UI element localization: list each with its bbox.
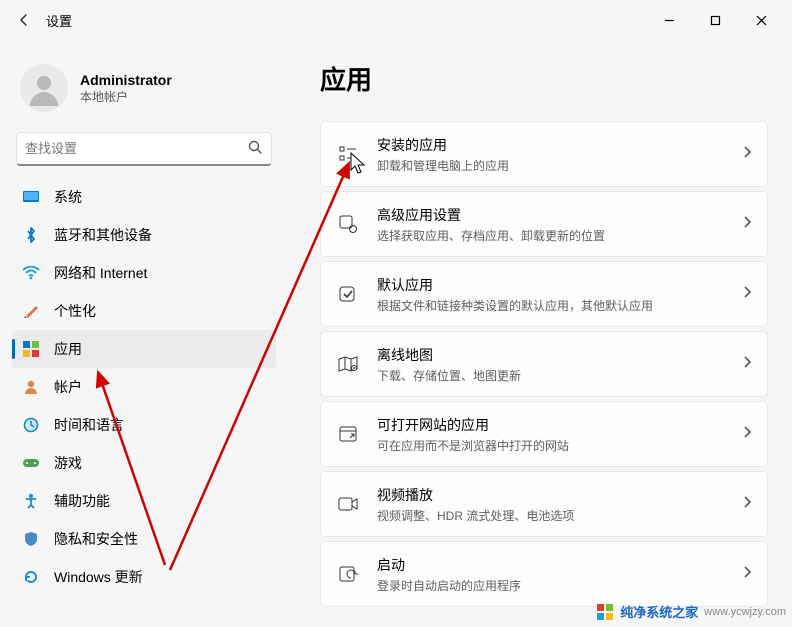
card-websites[interactable]: 可打开网站的应用可在应用而不是浏览器中打开的网站 [320, 401, 768, 467]
cards-list: 安装的应用卸载和管理电脑上的应用高级应用设置选择获取应用、存档应用、卸载更新的位… [320, 121, 768, 607]
nav-item-privacy[interactable]: 隐私和安全性 [12, 520, 276, 558]
video-icon [337, 493, 359, 515]
nav-item-apps[interactable]: 应用 [12, 330, 276, 368]
user-icon [22, 378, 40, 396]
apps-icon [22, 340, 40, 358]
card-subtitle: 根据文件和链接种类设置的默认应用，其他默认应用 [377, 297, 743, 314]
nav-item-gaming[interactable]: 游戏 [12, 444, 276, 482]
user-name: Administrator [80, 72, 172, 88]
nav-item-update[interactable]: Windows 更新 [12, 558, 276, 596]
system-icon [22, 188, 40, 206]
back-arrow-icon [16, 12, 32, 28]
wifi-icon [22, 264, 40, 282]
nav-item-label: 蓝牙和其他设备 [54, 225, 152, 245]
startup-icon [337, 563, 359, 585]
card-installed[interactable]: 安装的应用卸载和管理电脑上的应用 [320, 121, 768, 187]
card-default[interactable]: 默认应用根据文件和链接种类设置的默认应用，其他默认应用 [320, 261, 768, 327]
watermark-url: www.ycwjzy.com [704, 606, 786, 618]
brush-icon [22, 302, 40, 320]
watermark-brand: 纯净系统之家 [620, 602, 698, 621]
card-title: 可打开网站的应用 [377, 415, 743, 435]
nav-item-label: 网络和 Internet [54, 263, 147, 283]
page-title: 应用 [320, 60, 768, 97]
nav-item-label: 隐私和安全性 [54, 529, 138, 549]
card-subtitle: 卸载和管理电脑上的应用 [377, 157, 743, 174]
chevron-right-icon [743, 495, 751, 513]
card-title: 高级应用设置 [377, 205, 743, 225]
nav-item-user[interactable]: 帐户 [12, 368, 276, 406]
update-icon [22, 568, 40, 586]
card-subtitle: 视频调整、HDR 流式处理、电池选项 [377, 507, 743, 524]
card-startup[interactable]: 启动登录时自动启动的应用程序 [320, 541, 768, 607]
card-title: 默认应用 [377, 275, 743, 295]
nav-item-bluetooth[interactable]: 蓝牙和其他设备 [12, 216, 276, 254]
nav-item-label: Windows 更新 [54, 567, 143, 587]
watermark: 纯净系统之家 www.ycwjzy.com [596, 602, 786, 621]
card-subtitle: 选择获取应用、存档应用、卸载更新的位置 [377, 227, 743, 244]
close-button[interactable] [738, 4, 784, 36]
bluetooth-icon [22, 226, 40, 244]
window-controls [646, 4, 784, 36]
nav-item-label: 应用 [54, 339, 82, 359]
back-button[interactable] [8, 4, 40, 36]
card-title: 离线地图 [377, 345, 743, 365]
avatar [20, 64, 68, 112]
main-panel: 应用 安装的应用卸载和管理电脑上的应用高级应用设置选择获取应用、存档应用、卸载更… [284, 40, 792, 627]
card-subtitle: 登录时自动启动的应用程序 [377, 577, 743, 594]
title-bar: 设置 [0, 0, 792, 40]
card-subtitle: 下载、存储位置、地图更新 [377, 367, 743, 384]
search-input[interactable] [25, 141, 248, 156]
chevron-right-icon [743, 215, 751, 233]
card-title: 启动 [377, 555, 743, 575]
nav-item-label: 时间和语言 [54, 415, 124, 435]
card-title: 视频播放 [377, 485, 743, 505]
chevron-right-icon [743, 565, 751, 583]
search-icon [248, 140, 263, 158]
card-title: 安装的应用 [377, 135, 743, 155]
nav-list: 系统蓝牙和其他设备网络和 Internet 个性化应用帐户时间和语言游戏辅助功能隐… [12, 178, 276, 627]
access-icon [22, 492, 40, 510]
nav-item-system[interactable]: 系统 [12, 178, 276, 216]
websites-icon [337, 423, 359, 445]
card-video[interactable]: 视频播放视频调整、HDR 流式处理、电池选项 [320, 471, 768, 537]
nav-item-clock[interactable]: 时间和语言 [12, 406, 276, 444]
nav-item-label: 个性化 [54, 301, 96, 321]
installed-icon [337, 143, 359, 165]
sidebar: Administrator 本地帐户 系统蓝牙和其他设备网络和 Internet… [0, 40, 284, 627]
nav-item-brush[interactable]: 个性化 [12, 292, 276, 330]
search-box[interactable] [16, 132, 272, 166]
user-type: 本地帐户 [80, 88, 172, 105]
chevron-right-icon [743, 285, 751, 303]
card-subtitle: 可在应用而不是浏览器中打开的网站 [377, 437, 743, 454]
gaming-icon [22, 454, 40, 472]
minimize-button[interactable] [646, 4, 692, 36]
advanced-icon [337, 213, 359, 235]
nav-item-label: 游戏 [54, 453, 82, 473]
chevron-right-icon [743, 425, 751, 443]
nav-item-access[interactable]: 辅助功能 [12, 482, 276, 520]
window-title: 设置 [46, 11, 72, 30]
privacy-icon [22, 530, 40, 548]
maps-icon [337, 353, 359, 375]
nav-item-label: 系统 [54, 187, 82, 207]
nav-item-label: 帐户 [54, 377, 82, 397]
chevron-right-icon [743, 355, 751, 373]
chevron-right-icon [743, 145, 751, 163]
nav-item-label: 辅助功能 [54, 491, 110, 511]
clock-icon [22, 416, 40, 434]
account-block[interactable]: Administrator 本地帐户 [20, 64, 268, 112]
maximize-button[interactable] [692, 4, 738, 36]
nav-item-wifi[interactable]: 网络和 Internet [12, 254, 276, 292]
card-advanced[interactable]: 高级应用设置选择获取应用、存档应用、卸载更新的位置 [320, 191, 768, 257]
card-maps[interactable]: 离线地图下载、存储位置、地图更新 [320, 331, 768, 397]
default-icon [337, 283, 359, 305]
